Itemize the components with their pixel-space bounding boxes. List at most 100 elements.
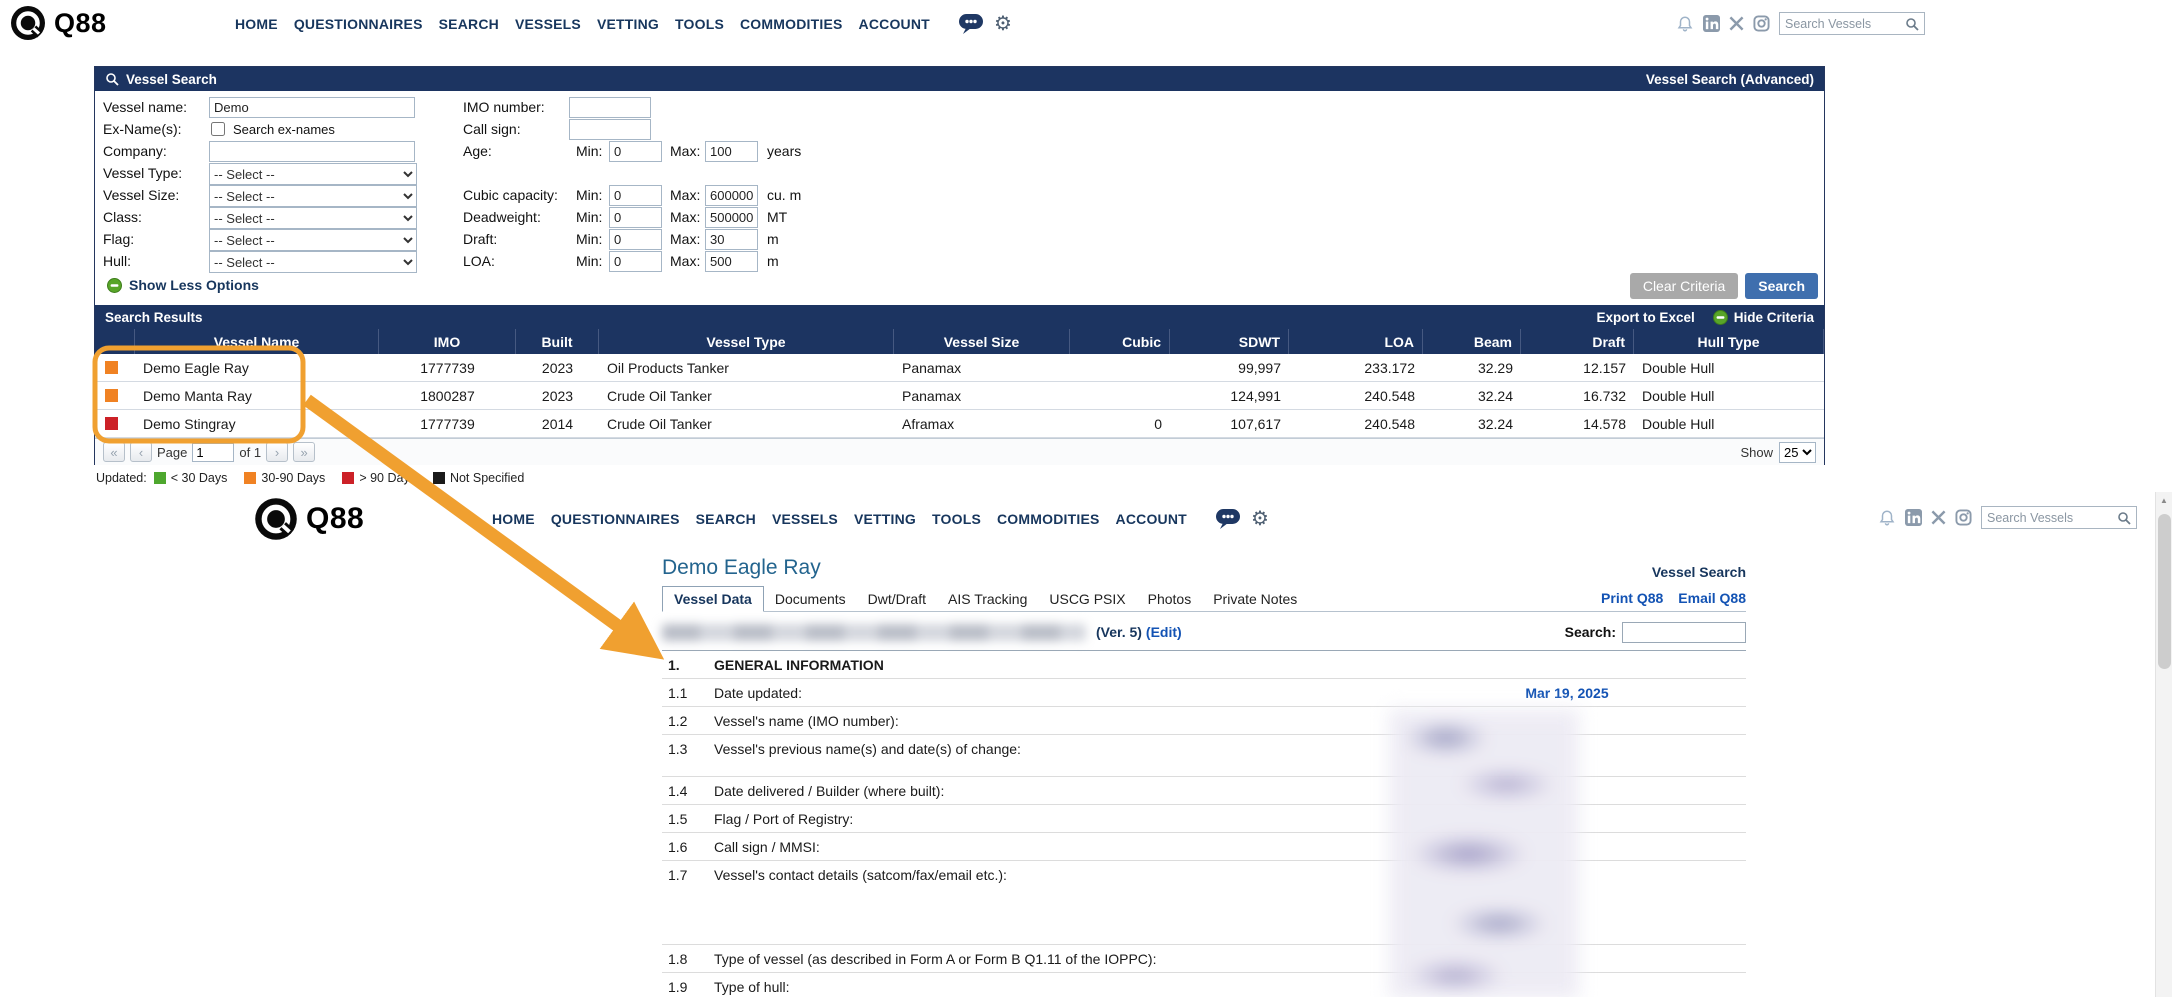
q88-logo[interactable]: Q88 — [254, 497, 364, 541]
col-loa[interactable]: LOA — [1289, 329, 1423, 354]
loa-max-input[interactable] — [705, 251, 758, 272]
tab-uscg-psix[interactable]: USCG PSIX — [1038, 587, 1136, 611]
nav-questionnaires[interactable]: QUESTIONNAIRES — [294, 16, 423, 32]
nav-tools[interactable]: TOOLS — [675, 16, 724, 32]
linkedin-icon[interactable] — [1905, 509, 1922, 526]
last-page-button[interactable]: » — [293, 442, 315, 462]
search-icon[interactable] — [1905, 17, 1919, 31]
deadweight-min-input[interactable] — [609, 207, 662, 228]
chat-icon[interactable] — [1215, 508, 1241, 530]
deadweight-max-input[interactable] — [705, 207, 758, 228]
imo-number-input[interactable] — [569, 97, 651, 118]
quick-search-input[interactable] — [1785, 17, 1905, 31]
instagram-icon[interactable] — [1753, 15, 1770, 32]
vessel-name-cell[interactable]: Demo Manta Ray — [135, 382, 379, 409]
first-page-button[interactable]: « — [103, 442, 125, 462]
edit-link[interactable]: (Edit) — [1146, 624, 1182, 640]
col-beam[interactable]: Beam — [1423, 329, 1521, 354]
vessel-name-input[interactable] — [209, 97, 415, 118]
col-vessel-size[interactable]: Vessel Size — [894, 329, 1070, 354]
hull-select[interactable]: -- Select -- — [209, 251, 417, 273]
search-ex-names-checkbox[interactable] — [211, 122, 225, 136]
next-page-button[interactable]: › — [266, 442, 288, 462]
result-row-demo-manta-ray[interactable]: Demo Manta Ray 1800287 2023 Crude Oil Ta… — [95, 382, 1824, 410]
scrollbar-thumb[interactable] — [2158, 514, 2171, 669]
class-select[interactable]: -- Select -- — [209, 207, 417, 229]
vessel-type-select[interactable]: -- Select -- — [209, 163, 417, 185]
quick-search-input[interactable] — [1987, 511, 2117, 525]
export-to-excel-link[interactable]: Export to Excel — [1596, 310, 1694, 325]
cubic-max-input[interactable] — [705, 185, 758, 206]
nav-search[interactable]: SEARCH — [439, 16, 499, 32]
vessel-name-cell[interactable]: Demo Stingray — [135, 410, 379, 437]
col-vessel-name[interactable]: Vessel Name — [135, 329, 379, 354]
page-number-input[interactable] — [192, 443, 234, 462]
detail-row-1-6: 1.6 Call sign / MMSI: — [662, 833, 1746, 861]
detail-search-input[interactable] — [1622, 622, 1746, 643]
flag-select[interactable]: -- Select -- — [209, 229, 417, 251]
print-q88-link[interactable]: Print Q88 — [1601, 590, 1663, 606]
nav-commodities[interactable]: COMMODITIES — [740, 16, 843, 32]
clear-criteria-button[interactable]: Clear Criteria — [1630, 273, 1738, 299]
nav-vetting[interactable]: VETTING — [597, 16, 659, 32]
nav-search[interactable]: SEARCH — [696, 511, 756, 527]
scrollbar[interactable]: ▲ — [2155, 492, 2172, 997]
scroll-up-button[interactable]: ▲ — [2156, 492, 2172, 509]
vessel-size-select[interactable]: -- Select -- — [209, 185, 417, 207]
nav-vetting[interactable]: VETTING — [854, 511, 916, 527]
draft-max-input[interactable] — [705, 229, 758, 250]
call-sign-input[interactable] — [569, 119, 651, 140]
bell-icon[interactable] — [1878, 509, 1896, 527]
age-max-input[interactable] — [705, 141, 758, 162]
tab-dwt-draft[interactable]: Dwt/Draft — [857, 587, 937, 611]
tab-ais-tracking[interactable]: AIS Tracking — [937, 587, 1038, 611]
bell-icon[interactable] — [1676, 15, 1694, 33]
nav-account[interactable]: ACCOUNT — [1116, 511, 1187, 527]
chat-icon[interactable] — [958, 13, 984, 35]
col-vessel-type[interactable]: Vessel Type — [599, 329, 894, 354]
tab-private-notes[interactable]: Private Notes — [1202, 587, 1308, 611]
nav-account[interactable]: ACCOUNT — [859, 16, 930, 32]
nav-home[interactable]: HOME — [492, 511, 535, 527]
col-built[interactable]: Built — [516, 329, 599, 354]
x-social-icon[interactable] — [1931, 510, 1946, 525]
loa-min-input[interactable] — [609, 251, 662, 272]
instagram-icon[interactable] — [1955, 509, 1972, 526]
vessel-search-advanced-link[interactable]: Vessel Search (Advanced) — [1646, 72, 1814, 87]
hide-criteria-link[interactable]: Hide Criteria — [1713, 310, 1814, 325]
gear-icon[interactable]: ⚙ — [1251, 509, 1269, 529]
col-draft[interactable]: Draft — [1521, 329, 1634, 354]
tab-photos[interactable]: Photos — [1137, 587, 1203, 611]
nav-questionnaires[interactable]: QUESTIONNAIRES — [551, 511, 680, 527]
nav-vessels[interactable]: VESSELS — [515, 16, 581, 32]
tab-vessel-data[interactable]: Vessel Data — [662, 586, 764, 612]
search-button[interactable]: Search — [1745, 273, 1818, 299]
col-imo[interactable]: IMO — [379, 329, 516, 354]
x-social-icon[interactable] — [1729, 16, 1744, 31]
tab-documents[interactable]: Documents — [764, 587, 857, 611]
email-q88-link[interactable]: Email Q88 — [1678, 590, 1746, 606]
show-less-options-link[interactable]: Show Less Options — [107, 277, 259, 293]
col-sdwt[interactable]: SDWT — [1170, 329, 1289, 354]
nav-vessels[interactable]: VESSELS — [772, 511, 838, 527]
result-row-demo-stingray[interactable]: Demo Stingray 1777739 2014 Crude Oil Tan… — [95, 410, 1824, 438]
gear-icon[interactable]: ⚙ — [994, 14, 1012, 34]
nav-commodities[interactable]: COMMODITIES — [997, 511, 1100, 527]
age-min-input[interactable] — [609, 141, 662, 162]
q88-logo[interactable]: Q88 — [10, 5, 107, 41]
search-icon[interactable] — [2117, 511, 2131, 525]
deadweight-unit: MT — [767, 207, 787, 228]
nav-home[interactable]: HOME — [235, 16, 278, 32]
result-row-demo-eagle-ray[interactable]: Demo Eagle Ray 1777739 2023 Oil Products… — [95, 354, 1824, 382]
draft-min-input[interactable] — [609, 229, 662, 250]
cubic-min-input[interactable] — [609, 185, 662, 206]
col-cubic[interactable]: Cubic — [1070, 329, 1170, 354]
linkedin-icon[interactable] — [1703, 15, 1720, 32]
vessel-search-link[interactable]: Vessel Search — [1652, 564, 1746, 580]
page-size-select[interactable]: 25 — [1779, 442, 1816, 463]
company-input[interactable] — [209, 141, 415, 162]
vessel-name-cell[interactable]: Demo Eagle Ray — [135, 354, 379, 381]
nav-tools[interactable]: TOOLS — [932, 511, 981, 527]
prev-page-button[interactable]: ‹ — [130, 442, 152, 462]
col-hull-type[interactable]: Hull Type — [1634, 329, 1824, 354]
